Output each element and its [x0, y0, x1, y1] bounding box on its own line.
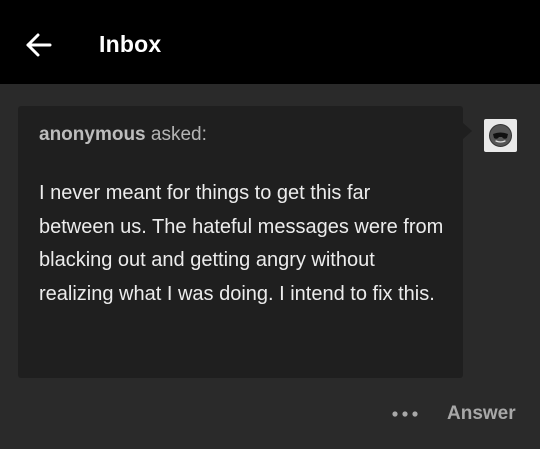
card-pointer	[463, 123, 472, 139]
back-button[interactable]	[22, 28, 56, 62]
answer-button[interactable]: Answer	[447, 403, 516, 425]
page-title: Inbox	[99, 31, 162, 57]
top-bar: Inbox	[0, 0, 540, 84]
asker-line: anonymous asked:	[39, 124, 207, 146]
ask-message: I never meant for things to get this far…	[39, 182, 444, 305]
asker-name[interactable]: anonymous	[39, 124, 146, 145]
asked-label: asked:	[145, 124, 207, 145]
more-dots-icon	[392, 411, 418, 417]
anonymous-avatar[interactable]	[484, 119, 517, 152]
ask-card: anonymous asked: I never meant for thing…	[18, 106, 463, 378]
arrow-left-icon	[26, 33, 52, 57]
anonymous-avatar-icon	[489, 124, 512, 147]
more-options-button[interactable]	[388, 400, 422, 428]
